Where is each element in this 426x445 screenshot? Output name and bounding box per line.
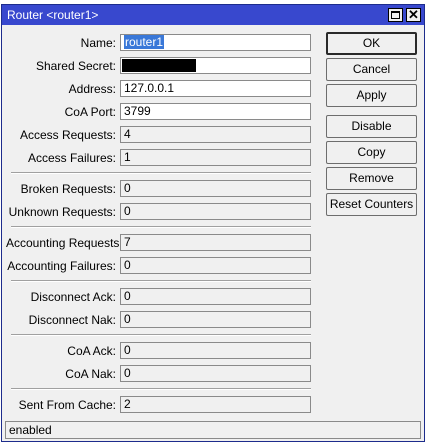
maximize-icon[interactable] — [388, 8, 403, 22]
apply-button[interactable]: Apply — [326, 84, 417, 107]
shared-secret-field[interactable] — [120, 57, 311, 74]
masked-secret — [122, 59, 196, 72]
cancel-button[interactable]: Cancel — [326, 58, 417, 81]
coa-nak-field: 0 — [120, 365, 311, 382]
sent-from-cache-label: Sent From Cache: — [18, 398, 116, 412]
separator — [11, 280, 311, 282]
accounting-failures-field: 0 — [120, 257, 311, 274]
coa-ack-label: CoA Ack: — [67, 344, 116, 358]
disconnect-nak-field: 0 — [120, 311, 311, 328]
access-failures-label: Access Failures: — [27, 151, 116, 165]
accounting-requests-field: 7 — [120, 234, 311, 251]
coa-ack-field: 0 — [120, 342, 311, 359]
remove-button[interactable]: Remove — [326, 167, 417, 190]
close-icon[interactable]: ✕ — [406, 7, 421, 22]
accounting-failures-label: Accounting Failures: — [7, 259, 116, 273]
access-requests-label: Access Requests: — [19, 128, 116, 142]
separator — [11, 334, 311, 336]
name-value: router1 — [124, 35, 165, 49]
router-dialog: Router <router1> ✕ Name: router1 Shared … — [1, 4, 425, 442]
disconnect-ack-label: Disconnect Ack: — [30, 290, 116, 304]
disconnect-ack-field: 0 — [120, 288, 311, 305]
ok-button[interactable]: OK — [326, 32, 417, 55]
separator — [11, 226, 311, 228]
name-field[interactable]: router1 — [120, 34, 311, 51]
broken-requests-field: 0 — [120, 180, 311, 197]
status-bar: enabled — [5, 421, 421, 439]
title-bar[interactable]: Router <router1> ✕ — [2, 5, 424, 25]
window-title: Router <router1> — [7, 8, 99, 22]
address-label: Address: — [68, 82, 116, 96]
accounting-requests-label: Accounting Requests: — [6, 236, 123, 250]
unknown-requests-field: 0 — [120, 203, 311, 220]
coa-port-field[interactable]: 3799 — [120, 103, 311, 120]
sent-from-cache-field: 2 — [120, 396, 311, 413]
disconnect-nak-label: Disconnect Nak: — [28, 313, 116, 327]
name-label: Name: — [80, 36, 116, 50]
reset-counters-button[interactable]: Reset Counters — [326, 193, 417, 216]
disable-button[interactable]: Disable — [326, 115, 417, 138]
copy-button[interactable]: Copy — [326, 141, 417, 164]
separator — [11, 172, 311, 174]
separator — [11, 388, 311, 390]
broken-requests-label: Broken Requests: — [20, 182, 116, 196]
shared-secret-label: Shared Secret: — [35, 59, 116, 73]
unknown-requests-label: Unknown Requests: — [8, 205, 116, 219]
coa-nak-label: CoA Nak: — [65, 367, 116, 381]
coa-port-label: CoA Port: — [64, 105, 116, 119]
access-failures-field: 1 — [120, 149, 311, 166]
access-requests-field: 4 — [120, 126, 311, 143]
address-field[interactable]: 127.0.0.1 — [120, 80, 311, 97]
